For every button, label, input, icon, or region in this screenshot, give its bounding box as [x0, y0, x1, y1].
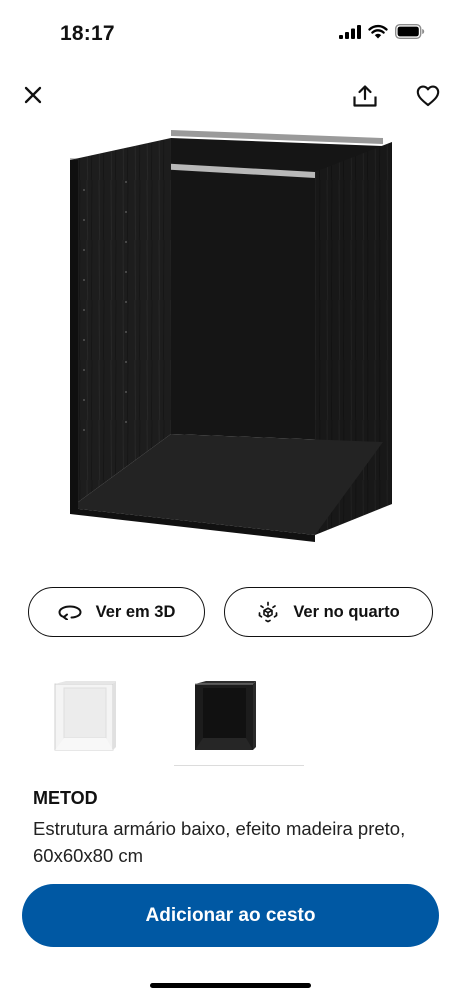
- wifi-icon: [368, 24, 388, 39]
- view-in-room-button[interactable]: Ver no quarto: [224, 587, 433, 637]
- add-to-cart-button[interactable]: Adicionar ao cesto: [22, 884, 439, 947]
- cabinet-frame-image: [70, 130, 392, 542]
- black-cabinet-thumbnail: [195, 681, 256, 750]
- view-in-room-label: Ver no quarto: [293, 602, 400, 621]
- cellular-signal-icon: [339, 24, 361, 39]
- product-image[interactable]: [60, 120, 405, 550]
- close-icon: [24, 86, 42, 104]
- ar-cube-icon: [258, 601, 278, 623]
- status-icons: [339, 24, 425, 39]
- status-time: 18:17: [60, 22, 115, 45]
- view-3d-button[interactable]: Ver em 3D: [28, 587, 205, 637]
- rotate-3d-icon: [58, 605, 82, 620]
- product-description: Estrutura armário baixo, efeito madeira …: [33, 818, 406, 866]
- home-indicator[interactable]: [150, 983, 311, 988]
- close-button[interactable]: [18, 80, 48, 110]
- battery-icon: [395, 24, 425, 39]
- status-bar: 18:17: [0, 0, 461, 64]
- variant-black-wood[interactable]: [174, 668, 304, 766]
- favorite-button[interactable]: [412, 80, 444, 112]
- share-icon: [353, 85, 377, 107]
- color-variants: [34, 668, 304, 766]
- product-name: METOD: [33, 788, 98, 808]
- heart-icon: [416, 85, 440, 107]
- variant-white[interactable]: [34, 668, 138, 764]
- view-3d-label: Ver em 3D: [95, 602, 176, 621]
- share-button[interactable]: [349, 80, 381, 112]
- white-cabinet-thumbnail: [54, 681, 116, 751]
